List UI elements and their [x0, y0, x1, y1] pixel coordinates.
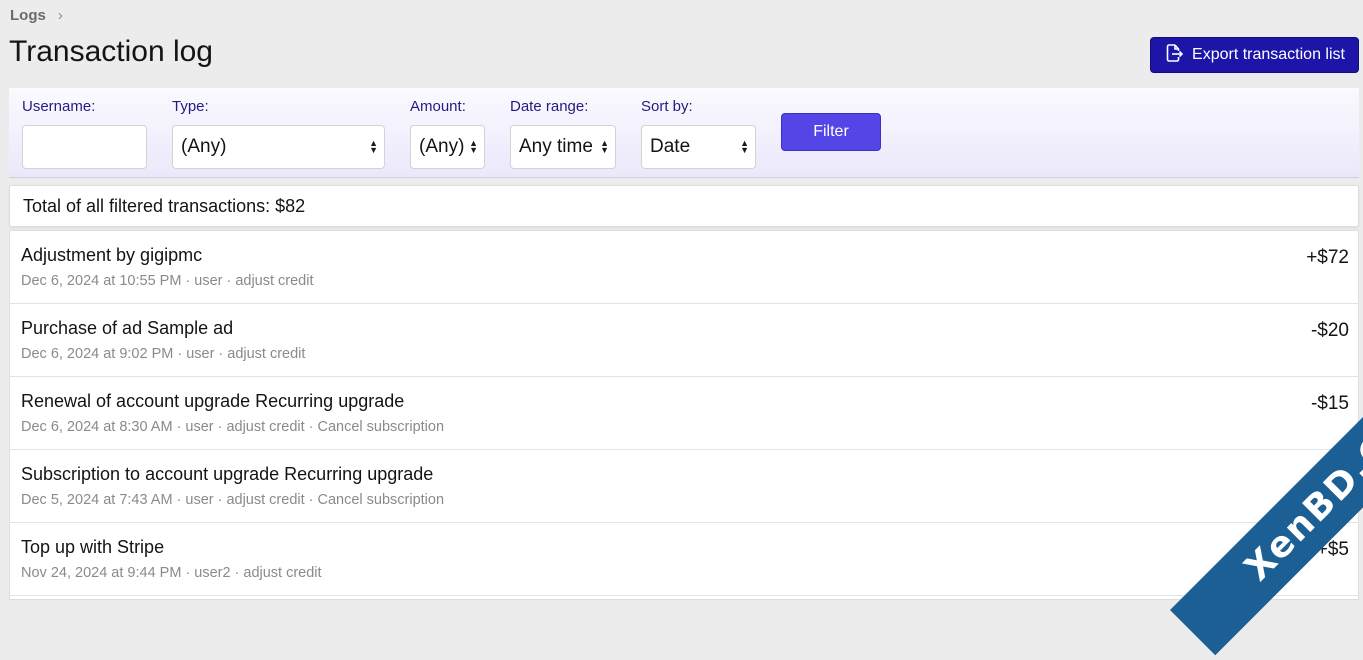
date-range-select-value: Any time [519, 136, 593, 157]
export-transaction-list-button[interactable]: Export transaction list [1150, 37, 1359, 73]
transaction-title: Renewal of account upgrade Recurring upg… [21, 391, 405, 411]
transaction-date: Dec 6, 2024 at 8:30 AM [21, 419, 173, 435]
file-export-icon [1164, 43, 1184, 68]
breadcrumb-logs-link[interactable]: Logs [10, 7, 46, 24]
transaction-title: Adjustment by gigipmc [21, 245, 203, 265]
export-button-label: Export transaction list [1192, 46, 1345, 63]
transaction-amount: -$15 [1310, 466, 1349, 487]
table-row[interactable]: Renewal of account upgrade Recurring upg… [10, 377, 1358, 450]
cancel-subscription-link[interactable]: Cancel subscription [317, 419, 444, 435]
sort-by-label: Sort by: [641, 98, 693, 115]
transaction-meta: Dec 6, 2024 at 10:55 PM · user · adjust cred… [21, 273, 314, 289]
transaction-user-link[interactable]: user [186, 346, 214, 362]
cancel-subscription-link[interactable]: Cancel subscription [317, 492, 444, 508]
sort-by-filter: Sort by: [641, 98, 693, 118]
filtered-total: Total of all filtered transactions: $82 [9, 185, 1359, 227]
date-range-label: Date range: [510, 98, 589, 115]
transaction-meta: Dec 5, 2024 at 7:43 AM · user · adjust credi… [21, 492, 445, 508]
chevron-right-icon: › [57, 7, 63, 24]
table-row[interactable]: Adjustment by gigipmc Dec 6, 2024 at 10:… [10, 231, 1358, 304]
select-arrows-icon: ▲ ▼ [369, 138, 378, 155]
transaction-meta: Nov 24, 2024 at 9:44 PM · user2 · adjust cre… [21, 565, 322, 581]
amount-select-value: (Any) [419, 136, 465, 157]
select-arrows-icon: ▲ ▼ [600, 138, 609, 155]
username-label: Username: [22, 98, 96, 115]
date-range-select[interactable]: Any time ▲ ▼ [510, 125, 616, 169]
table-row[interactable]: Purchase of ad Sample ad Dec 6, 2024 at … [10, 304, 1358, 377]
filter-button[interactable]: Filter [781, 113, 881, 151]
transaction-title: Top up with Stripe [21, 537, 165, 557]
transaction-title: Purchase of ad Sample ad [21, 318, 234, 338]
amount-label: Amount: [410, 98, 466, 115]
adjust-credit-link[interactable]: adjust credit [243, 565, 321, 581]
breadcrumb: Logs › [10, 7, 63, 24]
amount-select[interactable]: (Any) ▲ ▼ [410, 125, 485, 169]
transaction-user-link[interactable]: user [185, 492, 213, 508]
table-row[interactable]: Subscription to account upgrade Recurrin… [10, 450, 1358, 523]
amount-filter: Amount: [410, 98, 466, 118]
type-filter: Type: [172, 98, 209, 118]
transaction-user-link[interactable]: user [194, 273, 222, 289]
transaction-user-link[interactable]: user2 [194, 565, 230, 581]
transaction-amount: -$20 [1310, 320, 1349, 341]
transaction-date: Nov 24, 2024 at 9:44 PM [21, 565, 182, 581]
username-input[interactable] [22, 125, 147, 169]
transaction-meta: Dec 6, 2024 at 9:02 PM · user · adjust credi… [21, 346, 306, 362]
page-title: Transaction log [9, 35, 213, 68]
sort-by-select[interactable]: Date ▲ ▼ [641, 125, 756, 169]
table-row[interactable]: Top up with Stripe Nov 24, 2024 at 9:44 … [10, 523, 1358, 596]
transaction-meta: Dec 6, 2024 at 8:30 AM · user · adjust credi… [21, 419, 445, 435]
type-label: Type: [172, 98, 209, 115]
adjust-credit-link[interactable]: adjust credit [226, 419, 304, 435]
transaction-amount: -$15 [1310, 393, 1349, 414]
transaction-amount: +$72 [1306, 247, 1349, 268]
transaction-user-link[interactable]: user [185, 419, 213, 435]
filter-bar: Username: Type: (Any) ▲ ▼ Amount: (Any) ▲… [9, 88, 1359, 178]
select-arrows-icon: ▲ ▼ [740, 138, 749, 155]
adjust-credit-link[interactable]: adjust credit [226, 492, 304, 508]
transaction-date: Dec 6, 2024 at 9:02 PM [21, 346, 174, 362]
sort-by-select-value: Date [650, 136, 691, 157]
transaction-date: Dec 5, 2024 at 7:43 AM [21, 492, 173, 508]
adjust-credit-link[interactable]: adjust credit [227, 346, 305, 362]
type-select[interactable]: (Any) ▲ ▼ [172, 125, 385, 169]
adjust-credit-link[interactable]: adjust credit [235, 273, 313, 289]
transaction-title: Subscription to account upgrade Recurrin… [21, 464, 434, 484]
transaction-amount: +$5 [1316, 539, 1349, 560]
type-select-value: (Any) [181, 136, 227, 157]
date-range-filter: Date range: [510, 98, 588, 118]
transaction-date: Dec 6, 2024 at 10:55 PM [21, 273, 182, 289]
username-filter: Username: [22, 98, 95, 118]
transaction-list: Adjustment by gigipmc Dec 6, 2024 at 10:… [9, 230, 1359, 600]
select-arrows-icon: ▲ ▼ [469, 138, 478, 155]
